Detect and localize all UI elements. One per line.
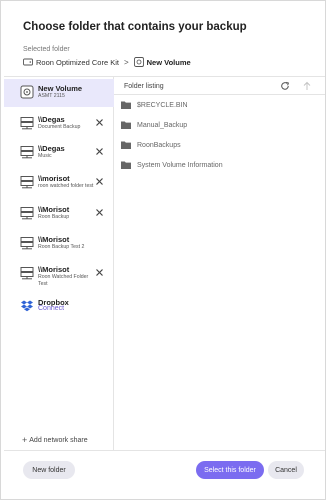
sidebar-item-title: New Volume — [38, 84, 83, 93]
sidebar-item-subtitle: roon watched folder test — [38, 183, 94, 189]
up-arrow-icon[interactable] — [302, 81, 312, 91]
sidebar-item-morisot-roon-watched-folder-test[interactable]: \\Morisot Roon Watched Folder Test — [4, 260, 114, 294]
sidebar-item-morisot-watched-folder-test[interactable]: \\morisot roon watched folder test — [4, 169, 114, 197]
remove-share-icon[interactable] — [95, 118, 104, 127]
folder-row[interactable]: RoonBackups — [121, 139, 181, 151]
breadcrumb-current: New Volume — [146, 57, 191, 67]
server-icon — [20, 145, 34, 159]
add-network-share-label: Add network share — [29, 436, 88, 444]
folder-row[interactable]: Manual_Backup — [121, 119, 187, 131]
selected-folder-label: Selected folder — [23, 46, 70, 53]
remove-share-icon[interactable] — [95, 268, 104, 277]
folder-name: $RECYCLE.BIN — [137, 101, 188, 109]
sidebar-item-subtitle: Document Backup — [38, 124, 81, 130]
folder-listing-header: Folder listing — [114, 77, 325, 95]
folder-row[interactable]: $RECYCLE.BIN — [121, 99, 188, 111]
sidebar-item-subtitle: Music — [38, 153, 52, 159]
breadcrumb-separator: > — [123, 57, 129, 67]
server-icon — [20, 206, 34, 220]
sidebar-item-subtitle: ASMT 2115 — [38, 93, 65, 99]
server-icon — [20, 116, 34, 130]
remove-share-icon[interactable] — [95, 147, 104, 156]
sidebar-item-morisot-roon-backup-test-2[interactable]: \\Morisot Roon Backup Test 2 — [4, 230, 114, 258]
folder-icon — [121, 121, 131, 129]
server-icon — [20, 266, 34, 280]
dropbox-connect-link[interactable]: Connect — [38, 305, 92, 313]
sidebar-item-degas-music[interactable]: \\Degas Music — [4, 139, 114, 167]
refresh-icon[interactable] — [280, 81, 290, 91]
sidebar-item-title: \\morisot — [38, 174, 70, 183]
breadcrumb-root[interactable]: Roon Optimized Core Kit — [36, 58, 119, 67]
sidebar-item-title: \\Morisot — [38, 205, 70, 214]
volume-icon — [133, 57, 144, 67]
dialog-title: Choose folder that contains your backup — [23, 21, 247, 33]
sidebar-item-title: \\Degas — [38, 144, 65, 153]
server-icon — [20, 236, 34, 250]
sidebar-item-subtitle: Roon Backup Test 2 — [38, 244, 85, 250]
sidebar-item-morisot-roon-backup[interactable]: \\Morisot Roon Backup — [4, 200, 114, 228]
sidebar-item-title: \\Morisot — [38, 235, 70, 244]
breadcrumb: Roon Optimized Core Kit > New Volume — [23, 57, 191, 67]
server-icon — [20, 175, 34, 189]
dropbox-icon — [20, 299, 34, 313]
select-folder-button[interactable]: Select this folder — [196, 461, 264, 479]
source-sidebar: New Volume ASMT 2115 \\Degas Document Ba… — [4, 77, 114, 450]
folder-name: System Volume Information — [137, 161, 223, 169]
drive-icon — [20, 85, 34, 99]
folder-icon — [121, 161, 131, 169]
sidebar-item-title: \\Morisot — [38, 265, 70, 274]
new-folder-button[interactable]: New folder — [23, 461, 75, 479]
plus-icon: + — [22, 435, 28, 445]
folder-listing-title: Folder listing — [124, 83, 164, 90]
folder-icon — [121, 101, 131, 109]
drive-icon — [23, 57, 33, 67]
folder-name: RoonBackups — [137, 141, 181, 149]
remove-share-icon[interactable] — [95, 208, 104, 217]
dialog: Choose folder that contains your backup … — [0, 0, 326, 500]
sidebar-item-subtitle: Roon Backup — [38, 214, 70, 220]
folder-row[interactable]: System Volume Information — [121, 159, 223, 171]
sidebar-item-title: \\Degas — [38, 115, 65, 124]
cancel-button[interactable]: Cancel — [268, 461, 304, 479]
browser-panel: New Volume ASMT 2115 \\Degas Document Ba… — [4, 76, 325, 451]
sidebar-item-new-volume[interactable]: New Volume ASMT 2115 — [4, 79, 114, 107]
folder-name: Manual_Backup — [137, 121, 188, 129]
sidebar-item-degas-document-backup[interactable]: \\Degas Document Backup — [4, 110, 114, 138]
add-network-share-button[interactable]: + Add network share — [22, 435, 88, 445]
remove-share-icon[interactable] — [95, 177, 104, 186]
folder-icon — [121, 141, 131, 149]
sidebar-item-dropbox[interactable]: Dropbox Connect — [4, 293, 114, 321]
sidebar-item-subtitle: Roon Watched Folder Test — [38, 274, 89, 287]
